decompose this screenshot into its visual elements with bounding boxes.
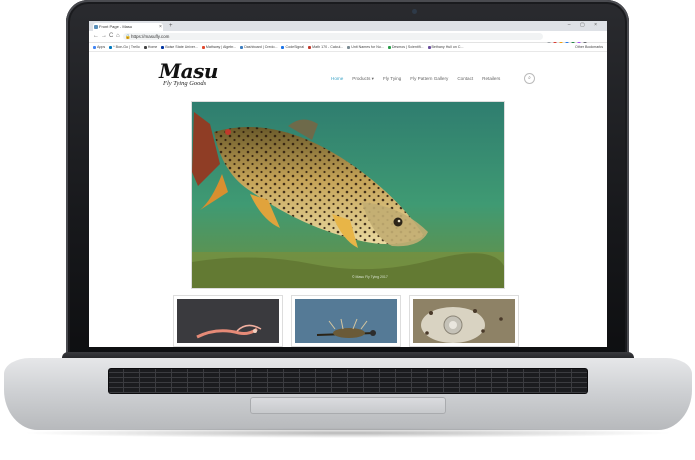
laptop-keyboard: [108, 368, 588, 394]
other-bookmarks[interactable]: Other Bookmarks: [575, 43, 603, 51]
back-icon[interactable]: ←: [93, 32, 99, 41]
site-nav: Home Products ▾ Fly Tying Fly Pattern Galle…: [331, 76, 509, 82]
bookmark-label: Desmos | Scientifi...: [391, 45, 424, 49]
bookmark-label: CodeSignal: [285, 45, 305, 49]
laptop-screen: Front Page - Masu × + – ▢ × ← → C ⌂ 🔒 ht…: [89, 21, 607, 347]
bookmark-label: Math 170 - Calcul...: [312, 45, 344, 49]
logo-name: Masu: [159, 59, 218, 83]
nav-item[interactable]: Contact: [457, 76, 473, 81]
bookmark-icon: [201, 45, 205, 49]
browser-tab-bar: Front Page - Masu × + – ▢ ×: [89, 21, 607, 31]
window-controls[interactable]: – ▢ ×: [568, 22, 601, 28]
bookmark-label: Mathway | Algebr...: [205, 45, 237, 49]
thumbnail-trout-closeup[interactable]: [409, 295, 519, 347]
bookmark-item[interactable]: Apps: [93, 43, 105, 51]
bookmark-icon: [308, 45, 312, 49]
tab-close-icon[interactable]: ×: [159, 23, 162, 31]
bookmark-icon: [161, 45, 165, 49]
bookmark-item[interactable]: Dashboard | Credo...: [240, 43, 277, 51]
bookmark-label: Unit Names for Nu...: [351, 45, 384, 49]
extensions-area: [547, 33, 603, 46]
bookmark-item[interactable]: Home: [143, 43, 158, 51]
bookmark-label: Apps: [97, 45, 106, 49]
shrimp-fly-image: [177, 299, 279, 343]
nav-item[interactable]: Home: [331, 76, 343, 81]
lock-icon: 🔒: [125, 34, 131, 39]
bookmark-item[interactable]: CodeSignal: [281, 43, 304, 51]
new-tab-button[interactable]: +: [169, 22, 173, 30]
bookmark-icon: [93, 45, 96, 49]
bookmark-label: Boise State Univer...: [165, 45, 198, 49]
bookmark-icon: [387, 45, 391, 49]
bookmark-label: Bethany Hull on C...: [431, 45, 464, 49]
bookmark-icon: [109, 45, 113, 49]
url-text: https://masufly.com: [131, 34, 170, 39]
nav-item[interactable]: Fly Tying: [383, 76, 401, 81]
search-icon[interactable]: ⌕: [524, 73, 535, 84]
bookmark-item[interactable]: Desmos | Scientifi...: [387, 43, 424, 51]
nymph-fly-image: [295, 299, 397, 343]
nav-item[interactable]: Retailers: [482, 76, 500, 81]
bookmark-label: Home: [147, 45, 158, 49]
bookmark-label: Dashboard | Credo...: [244, 45, 278, 49]
favicon-icon: [94, 25, 98, 29]
bookmark-label: * Boe-Go | Trello: [113, 45, 140, 49]
product-thumbnails: [173, 295, 523, 347]
nav-item[interactable]: Fly Pattern Gallery: [410, 76, 448, 81]
bookmark-item[interactable]: Unit Names for Nu...: [347, 43, 384, 51]
thumbnail-nymph-fly[interactable]: [291, 295, 401, 347]
tab-title: Front Page - Masu: [99, 24, 133, 29]
website: Masu Fly Tying Goods Home Products ▾ Fly T…: [89, 52, 607, 347]
camera-icon: [412, 9, 417, 14]
forward-icon[interactable]: →: [101, 32, 107, 41]
bookmark-item[interactable]: Boise State Univer...: [161, 43, 198, 51]
thumbnail-shrimp-fly[interactable]: [173, 295, 283, 347]
home-icon[interactable]: ⌂: [116, 32, 120, 41]
bookmark-item[interactable]: * Boe-Go | Trello: [109, 43, 140, 51]
trout-closeup-image: [413, 299, 515, 343]
browser-tab[interactable]: Front Page - Masu ×: [93, 23, 163, 31]
bookmark-icon: [427, 45, 431, 49]
browser-toolbar: ← → C ⌂ 🔒 https://masufly.com: [89, 31, 607, 46]
bookmark-icon: [143, 45, 147, 49]
bookmarks-bar: Apps * Boe-Go | Trello Home Boise State Uni…: [89, 43, 607, 52]
nav-item[interactable]: Products ▾: [352, 76, 374, 81]
laptop-shadow: [20, 428, 675, 438]
bookmark-item[interactable]: Mathway | Algebr...: [201, 43, 237, 51]
bookmark-icon: [347, 45, 351, 49]
trout-illustration: © Masu Fly Tying 2017: [192, 102, 504, 288]
address-bar[interactable]: 🔒 https://masufly.com: [123, 33, 543, 40]
laptop-trackpad: [250, 397, 446, 414]
reload-icon[interactable]: C: [109, 32, 113, 41]
site-logo[interactable]: Masu Fly Tying Goods: [159, 59, 218, 87]
bookmark-item[interactable]: Math 170 - Calcul...: [308, 43, 343, 51]
bookmark-icon: [240, 45, 244, 49]
bookmark-item[interactable]: Bethany Hull on C...: [427, 43, 464, 51]
hero-caption: © Masu Fly Tying 2017: [352, 275, 388, 279]
hero-image-brown-trout: © Masu Fly Tying 2017: [191, 101, 505, 289]
